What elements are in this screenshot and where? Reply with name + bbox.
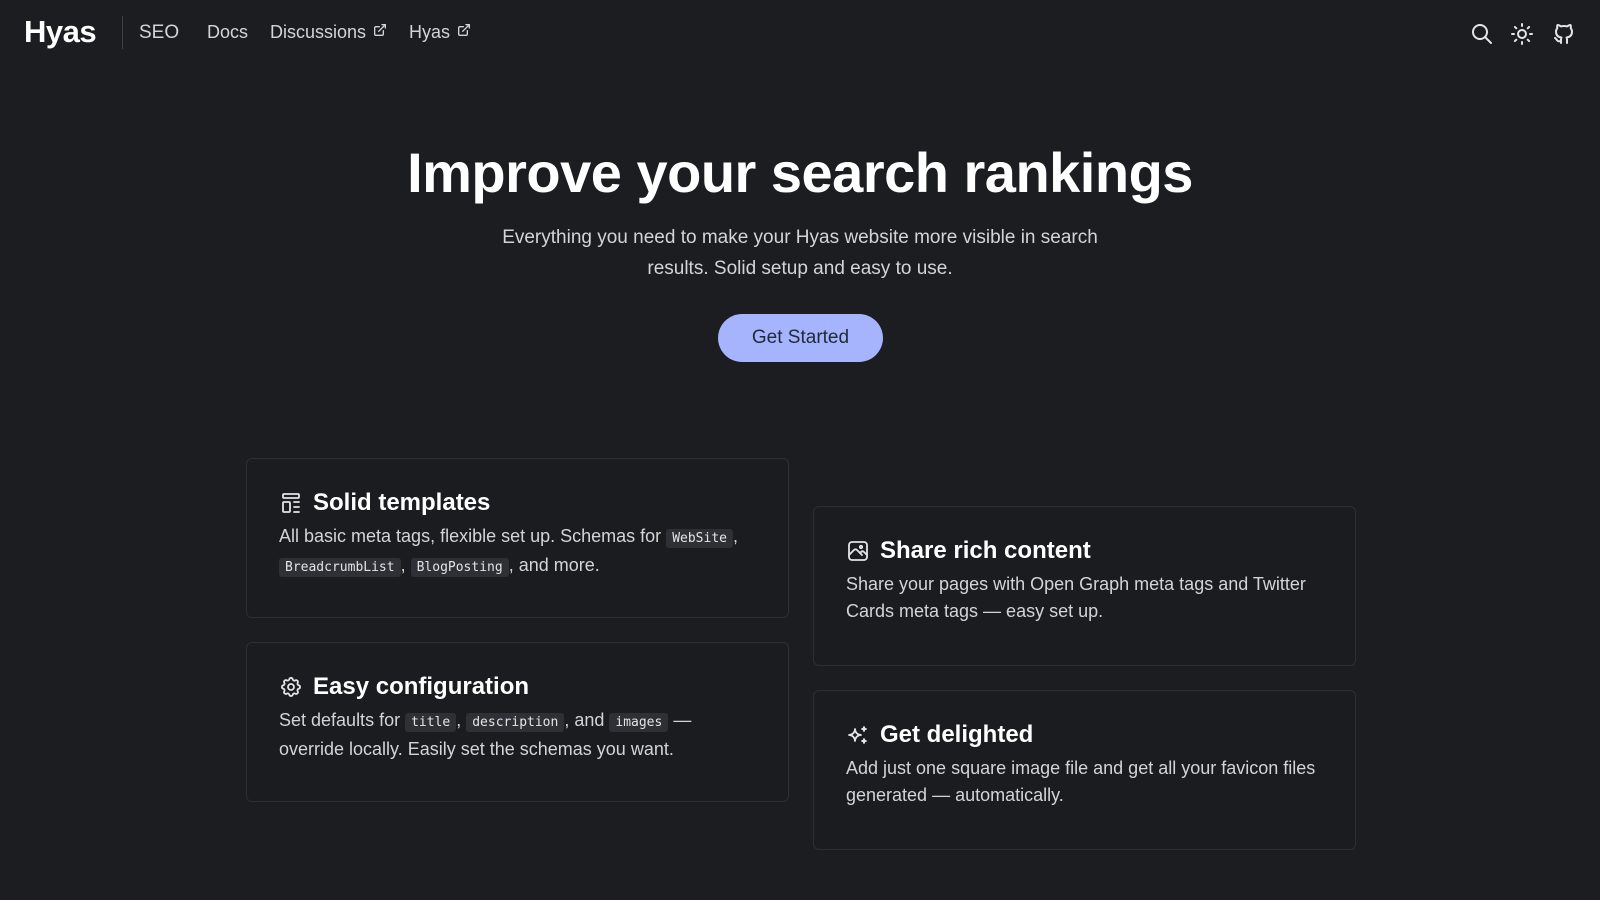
card-text-part: , (732, 526, 738, 546)
sparkles-icon (846, 723, 870, 747)
code-snippet: title (405, 713, 457, 732)
code-snippet: WebSite (666, 529, 733, 548)
card-title: Share rich content (880, 537, 1091, 564)
gear-icon (279, 675, 303, 699)
nav-link-discussions[interactable]: Discussions (270, 22, 388, 43)
nav-link-discussions-label: Discussions (270, 22, 367, 42)
card-text-part: All basic meta tags, flexible set up. Sc… (279, 526, 667, 546)
card-text: Share your pages with Open Graph meta ta… (846, 574, 1306, 621)
site-logo[interactable]: Hyas (24, 14, 97, 50)
image-icon (846, 539, 870, 563)
feature-card-easy-configuration: Easy configuration Set defaults for titl… (246, 642, 789, 802)
feature-card-get-delighted: Get delighted Add just one square image … (813, 690, 1356, 850)
code-snippet: description (466, 713, 565, 732)
nav-link-docs-label: Docs (207, 22, 249, 42)
layout-template-icon (279, 491, 303, 515)
feature-card-share-rich-content: Share rich content Share your pages with… (813, 506, 1356, 666)
code-snippet: BreadcrumbList (279, 558, 401, 577)
card-text-part: , (456, 710, 467, 730)
site-header: Hyas SEO Docs Discussions Hyas (0, 0, 1600, 66)
card-text: Add just one square image file and get a… (846, 758, 1316, 805)
card-text-part: , (400, 555, 411, 575)
hero-title: Improve your search rankings (407, 141, 1193, 204)
card-text-part: , and more. (508, 555, 600, 575)
card-title: Get delighted (880, 721, 1034, 748)
nav-link-hyas[interactable]: Hyas (409, 22, 472, 43)
sun-icon[interactable] (1510, 22, 1534, 46)
feature-card-solid-templates: Solid templates All basic meta tags, fle… (246, 458, 789, 618)
github-icon[interactable] (1552, 22, 1576, 46)
card-text: Set defaults for title, description, and… (279, 707, 756, 763)
card-text-part: Set defaults for (279, 710, 406, 730)
nav-link-hyas-label: Hyas (409, 22, 451, 42)
external-link-icon (372, 22, 388, 43)
card-title: Solid templates (313, 489, 491, 516)
get-started-button[interactable]: Get Started (718, 314, 883, 362)
card-text-part: , and (564, 710, 610, 730)
card-text: All basic meta tags, flexible set up. Sc… (279, 523, 756, 581)
brand-subtitle[interactable]: SEO (139, 22, 179, 44)
external-link-icon (456, 22, 472, 43)
code-snippet: BlogPosting (410, 558, 509, 577)
search-icon[interactable] (1470, 22, 1494, 46)
card-title: Easy configuration (313, 673, 530, 700)
code-snippet: images (609, 713, 669, 732)
nav-link-docs[interactable]: Docs (207, 22, 248, 43)
hero-lead: Everything you need to make your Hyas we… (502, 227, 1098, 279)
logo-divider (122, 16, 123, 49)
